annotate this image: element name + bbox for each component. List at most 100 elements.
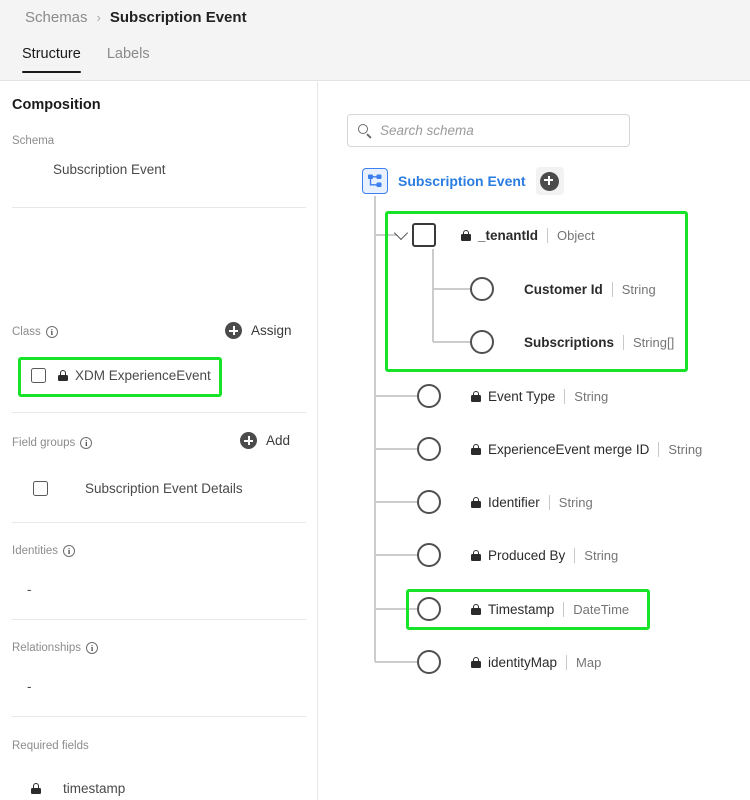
breadcrumb: Schemas › Subscription Event — [25, 9, 247, 26]
divider — [12, 716, 306, 717]
search-icon — [358, 124, 372, 138]
schema-value: Subscription Event — [53, 162, 166, 177]
page-header: Schemas › Subscription Event Structure L… — [0, 0, 750, 81]
identities-section-label: Identities i — [12, 545, 75, 557]
relationships-value: - — [27, 679, 32, 694]
tree-node-type: String — [622, 282, 656, 297]
node-circle-icon — [417, 650, 441, 674]
tree-node-identitymap[interactable]: identityMap Map — [417, 647, 601, 677]
info-icon[interactable]: i — [46, 326, 58, 338]
tree-node-label: Subscriptions — [524, 335, 614, 350]
lock-icon — [58, 370, 68, 381]
tree-root-label: Subscription Event — [398, 173, 526, 189]
plus-circle-icon — [225, 322, 242, 339]
tree-node-customer-id[interactable]: Customer Id String — [470, 274, 656, 304]
breadcrumb-current: Subscription Event — [110, 9, 247, 26]
tree-node-label: Timestamp — [488, 602, 554, 617]
schema-hierarchy-icon — [362, 168, 388, 194]
tree-node-subscriptions[interactable]: Subscriptions String[] — [470, 327, 674, 357]
page-title: Composition — [12, 97, 101, 113]
tree-node-type: String — [584, 548, 618, 563]
tree-node-identifier[interactable]: Identifier String — [417, 487, 593, 517]
node-circle-icon — [417, 384, 441, 408]
field-group-item[interactable]: Subscription Event Details — [33, 481, 243, 496]
tree-node-label: Produced By — [488, 548, 565, 563]
composition-sidebar: Composition Schema Subscription Event Cl… — [0, 82, 318, 800]
tab-structure-label: Structure — [22, 46, 81, 62]
tree-node-event-type[interactable]: Event Type String — [417, 381, 608, 411]
checkbox-icon[interactable] — [31, 368, 46, 383]
plus-circle-icon — [540, 172, 559, 191]
tree-node-type: String — [574, 389, 608, 404]
node-circle-icon — [417, 543, 441, 567]
node-circle-icon — [417, 437, 441, 461]
tree-node-label: Customer Id — [524, 282, 603, 297]
lock-icon — [471, 497, 481, 508]
node-square-icon — [412, 223, 436, 247]
tree-node-label: Event Type — [488, 389, 555, 404]
class-item-xdm-experienceevent[interactable]: XDM ExperienceEvent — [31, 368, 211, 383]
required-fields-section-label: Required fields — [12, 740, 89, 752]
tree-node-timestamp[interactable]: Timestamp DateTime — [417, 594, 629, 624]
node-circle-icon — [417, 490, 441, 514]
lock-icon — [31, 783, 41, 794]
search-placeholder: Search schema — [380, 123, 474, 138]
relationships-section-label: Relationships i — [12, 642, 98, 654]
assign-class-label: Assign — [251, 323, 292, 338]
divider — [12, 522, 306, 523]
separator — [563, 602, 564, 617]
tree-node-type: Map — [576, 655, 601, 670]
add-field-to-root-button[interactable] — [536, 167, 564, 195]
schema-editor-page: Schemas › Subscription Event Structure L… — [0, 0, 750, 800]
divider — [12, 412, 306, 413]
lock-icon — [471, 444, 481, 455]
class-item-label: XDM ExperienceEvent — [75, 368, 211, 383]
chevron-down-icon[interactable] — [394, 226, 408, 240]
tree-node-type: DateTime — [573, 602, 629, 617]
required-field-label: timestamp — [63, 781, 125, 796]
tree-node-type: String[] — [633, 335, 674, 350]
tree-node-type: Object — [557, 228, 595, 243]
add-field-group-label: Add — [266, 433, 290, 448]
class-section-label: Class i — [12, 326, 58, 338]
checkbox-icon[interactable] — [33, 481, 48, 496]
tree-node-tenantid[interactable]: _tenantId Object — [396, 220, 595, 250]
divider — [12, 619, 306, 620]
tab-structure[interactable]: Structure — [22, 46, 81, 73]
separator — [623, 335, 624, 350]
lock-icon — [471, 604, 481, 615]
tab-labels-label: Labels — [107, 46, 150, 62]
tree-node-produced-by[interactable]: Produced By String — [417, 540, 618, 570]
search-input[interactable]: Search schema — [347, 114, 630, 147]
separator — [658, 442, 659, 457]
separator — [564, 389, 565, 404]
schema-section-label: Schema — [12, 135, 54, 147]
separator — [566, 655, 567, 670]
required-field-row: timestamp — [31, 781, 125, 796]
tree-node-label: Identifier — [488, 495, 540, 510]
divider — [12, 207, 306, 208]
separator — [612, 282, 613, 297]
separator — [549, 495, 550, 510]
field-groups-section-label: Field groups i — [12, 437, 92, 449]
separator — [574, 548, 575, 563]
breadcrumb-separator-icon: › — [97, 10, 101, 25]
lock-icon — [471, 391, 481, 402]
tree-root-node[interactable]: Subscription Event — [362, 167, 564, 195]
identities-value: - — [27, 582, 32, 597]
tree-node-label: ExperienceEvent merge ID — [488, 442, 649, 457]
info-icon[interactable]: i — [63, 545, 75, 557]
tree-node-label: _tenantId — [478, 228, 538, 243]
info-icon[interactable]: i — [86, 642, 98, 654]
add-field-group-button[interactable]: Add — [240, 432, 290, 449]
node-circle-icon — [470, 330, 494, 354]
node-circle-icon — [417, 597, 441, 621]
breadcrumb-link-schemas[interactable]: Schemas — [25, 9, 88, 26]
info-icon[interactable]: i — [80, 437, 92, 449]
assign-class-button[interactable]: Assign — [225, 322, 292, 339]
tree-node-label: identityMap — [488, 655, 557, 670]
tab-labels[interactable]: Labels — [107, 46, 150, 73]
tree-node-experienceevent-merge-id[interactable]: ExperienceEvent merge ID String — [417, 434, 702, 464]
tab-bar: Structure Labels — [22, 46, 150, 73]
lock-icon — [471, 657, 481, 668]
